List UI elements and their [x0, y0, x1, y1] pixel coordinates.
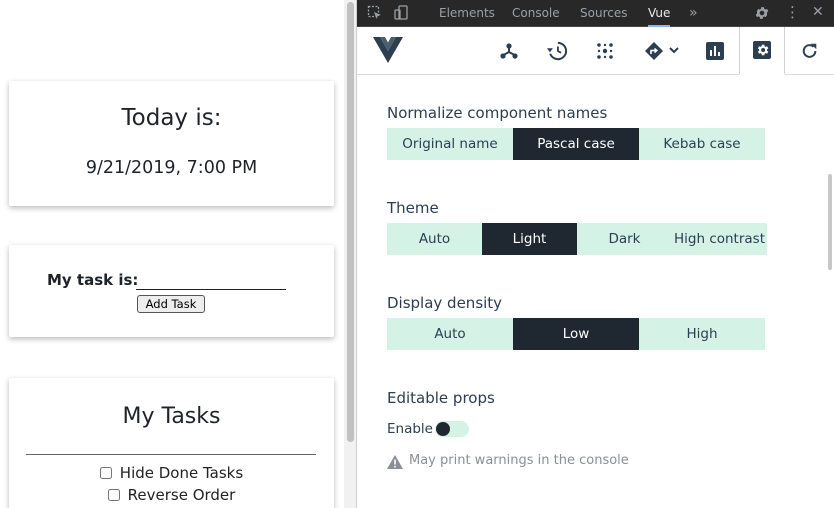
- settings-panel: Normalize component names Original name …: [357, 76, 825, 508]
- editable-props-toggle[interactable]: [435, 421, 469, 437]
- devtools-scrollbar-track[interactable]: [825, 76, 834, 508]
- tasks-title: My Tasks: [122, 404, 221, 429]
- device-toolbar-icon[interactable]: [394, 5, 409, 25]
- more-options-icon[interactable]: ⋮: [785, 4, 800, 20]
- enable-label: Enable: [387, 421, 433, 437]
- performance-icon[interactable]: [692, 27, 738, 74]
- warning-text: May print warnings in the console: [409, 453, 629, 468]
- density-label: Display density: [387, 294, 503, 312]
- reverse-order-label: Reverse Order: [127, 486, 236, 504]
- reverse-order-option[interactable]: Reverse Order: [9, 486, 334, 504]
- app-scrollbar-thumb[interactable]: [347, 2, 354, 442]
- history-icon[interactable]: [534, 27, 580, 74]
- component-names-label: Normalize component names: [387, 104, 608, 122]
- refresh-icon[interactable]: [787, 27, 833, 74]
- theme-light-option[interactable]: Light: [482, 223, 577, 255]
- component-names-selector: Original name Pascal case Kebab case: [387, 128, 765, 160]
- density-auto-option[interactable]: Auto: [387, 318, 513, 350]
- settings-icon[interactable]: [739, 27, 785, 75]
- theme-high-contrast-option[interactable]: High contrast: [672, 223, 767, 255]
- vue-logo-icon: [373, 37, 403, 67]
- density-low-option[interactable]: Low: [513, 318, 639, 350]
- reverse-order-checkbox[interactable]: [107, 489, 120, 501]
- hide-done-checkbox[interactable]: [99, 467, 112, 479]
- devtools-scrollbar-thumb[interactable]: [828, 174, 832, 270]
- task-form-card: My task is: Add Task: [9, 245, 334, 337]
- hide-done-option[interactable]: Hide Done Tasks: [9, 464, 334, 482]
- hide-done-label: Hide Done Tasks: [119, 464, 244, 482]
- toggle-knob: [436, 422, 450, 436]
- devtools-tabbar: Elements Console Sources Vue » ⋮ ✕: [357, 0, 834, 27]
- theme-auto-option[interactable]: Auto: [387, 223, 482, 255]
- density-high-option[interactable]: High: [639, 318, 765, 350]
- theme-dark-option[interactable]: Dark: [577, 223, 672, 255]
- theme-label: Theme: [387, 199, 439, 217]
- tasks-divider: [26, 454, 316, 455]
- tab-console[interactable]: Console: [512, 0, 560, 27]
- tab-sources[interactable]: Sources: [580, 0, 627, 27]
- task-label: My task is:: [47, 271, 139, 289]
- events-icon[interactable]: [582, 27, 628, 74]
- tab-elements[interactable]: Elements: [439, 0, 495, 27]
- date-title: Today is:: [121, 105, 222, 131]
- component-names-pascal-option[interactable]: Pascal case: [513, 128, 639, 160]
- close-icon[interactable]: ✕: [812, 4, 824, 20]
- add-task-button[interactable]: Add Task: [137, 295, 205, 313]
- date-card: Today is: 9/21/2019, 7:00 PM: [9, 81, 334, 206]
- editable-props-label: Editable props: [387, 389, 495, 407]
- app-pane: Today is: 9/21/2019, 7:00 PM My task is:…: [0, 0, 344, 508]
- tasks-card: My Tasks Hide Done Tasks Reverse Order: [9, 378, 334, 508]
- warning-icon: [387, 454, 403, 469]
- component-names-original-option[interactable]: Original name: [387, 128, 513, 160]
- tab-vue[interactable]: Vue: [648, 0, 671, 27]
- component-names-kebab-option[interactable]: Kebab case: [639, 128, 765, 160]
- components-icon[interactable]: [486, 27, 532, 74]
- inspect-element-icon[interactable]: [367, 5, 382, 24]
- devtools-panel: Elements Console Sources Vue » ⋮ ✕ Norma…: [356, 0, 834, 508]
- density-selector: Auto Low High: [387, 318, 765, 350]
- vue-toolbar: [357, 27, 834, 75]
- more-tabs-chevron-icon[interactable]: »: [689, 0, 698, 27]
- date-value: 9/21/2019, 7:00 PM: [85, 158, 258, 178]
- gear-icon[interactable]: [754, 5, 770, 25]
- routing-icon[interactable]: [637, 27, 687, 74]
- theme-selector: Auto Light Dark High contrast: [387, 223, 767, 255]
- task-input[interactable]: [136, 270, 286, 290]
